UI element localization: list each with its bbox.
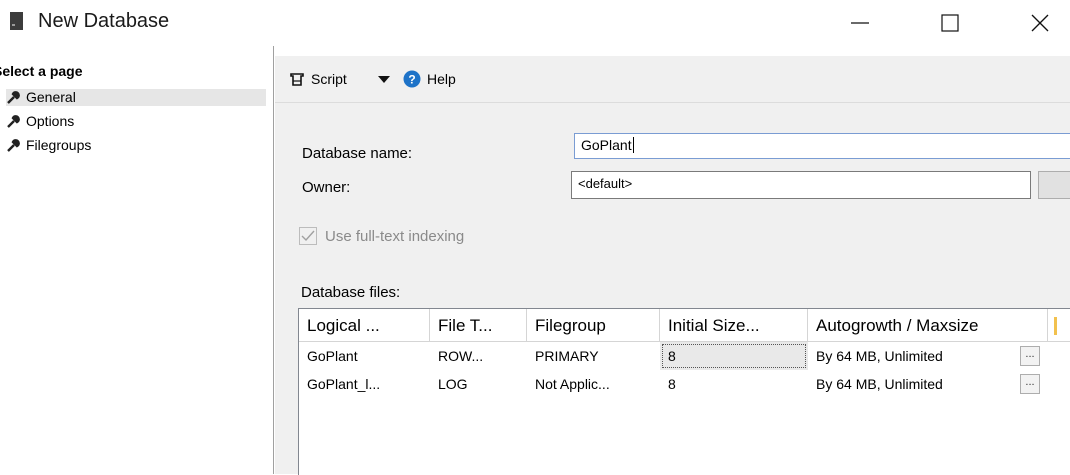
table-row[interactable]: GoPlant_l... LOG Not Applic... 8 By 64 M… [299, 370, 1048, 398]
help-label: Help [427, 71, 456, 87]
wrench-icon [6, 91, 22, 105]
script-dropdown-button[interactable] [377, 70, 391, 88]
autogrowth-edit-button[interactable]: ... [1020, 346, 1040, 366]
script-button[interactable]: Script [289, 70, 347, 88]
select-page-header: Select a page [0, 63, 83, 79]
text-caret [632, 137, 634, 153]
caret-down-icon [378, 76, 390, 83]
wrench-icon [6, 115, 22, 129]
database-name-label: Database name: [302, 145, 413, 162]
maximize-button[interactable] [920, 0, 980, 46]
page-selector-panel: Select a page General Options Filegroups [0, 46, 274, 474]
nav-item-general[interactable]: General [6, 89, 266, 106]
script-label: Script [311, 71, 347, 87]
column-header-file-type[interactable]: File T... [430, 309, 527, 342]
minimize-button[interactable] [830, 0, 890, 46]
title-bar: New Database [0, 0, 1070, 46]
general-page: Database name: GoPlant Owner: <default> … [275, 103, 1070, 475]
initial-size-cell[interactable]: 8 [660, 370, 808, 398]
database-icon [10, 12, 23, 30]
close-button[interactable] [1010, 0, 1070, 46]
owner-input[interactable]: <default> [571, 171, 1031, 199]
autogrowth-value: By 64 MB, Unlimited [816, 376, 943, 392]
wrench-icon [6, 139, 22, 153]
nav-item-options[interactable]: Options [6, 113, 74, 130]
initial-size-cell[interactable]: 8 [660, 342, 808, 370]
grid-header-row: Logical ... File T... Filegroup Initial … [299, 309, 1070, 342]
filegroup-cell[interactable]: Not Applic... [527, 370, 660, 398]
table-row[interactable]: GoPlant ROW... PRIMARY 8 By 64 MB, Unlim… [299, 342, 1048, 370]
column-header-autogrowth[interactable]: Autogrowth / Maxsize [808, 309, 1048, 342]
column-edge-marker [1054, 317, 1057, 335]
fulltext-label: Use full-text indexing [325, 228, 465, 245]
nav-item-label: Filegroups [26, 137, 92, 153]
help-button[interactable]: ? Help [403, 70, 456, 88]
column-header-logical-name[interactable]: Logical ... [299, 309, 430, 342]
autogrowth-value: By 64 MB, Unlimited [816, 348, 943, 364]
database-files-grid: Logical ... File T... Filegroup Initial … [298, 308, 1070, 475]
logical-name-cell[interactable]: GoPlant_l... [299, 370, 430, 398]
nav-item-label: Options [26, 113, 75, 129]
column-header-initial-size[interactable]: Initial Size... [660, 309, 808, 342]
owner-browse-button[interactable] [1038, 171, 1070, 199]
close-icon [1031, 14, 1049, 32]
column-header-filegroup[interactable]: Filegroup [527, 309, 660, 342]
owner-label: Owner: [302, 179, 351, 196]
maximize-icon [941, 14, 959, 32]
fulltext-checkbox[interactable] [299, 227, 317, 245]
window-title: New Database [38, 10, 170, 32]
filegroup-cell[interactable]: PRIMARY [527, 342, 660, 370]
nav-item-label: General [26, 89, 76, 105]
script-icon [289, 71, 305, 87]
database-files-label: Database files: [301, 284, 401, 301]
nav-item-filegroups[interactable]: Filegroups [6, 137, 91, 154]
minimize-icon [851, 22, 869, 24]
toolbar: Script ? Help [275, 56, 1070, 103]
autogrowth-edit-button[interactable]: ... [1020, 374, 1040, 394]
help-icon: ? [403, 70, 421, 88]
database-name-input[interactable]: GoPlant [574, 133, 1070, 159]
file-type-cell[interactable]: LOG [430, 370, 527, 398]
autogrowth-cell[interactable]: By 64 MB, Unlimited ... [808, 370, 1048, 398]
autogrowth-cell[interactable]: By 64 MB, Unlimited ... [808, 342, 1048, 370]
logical-name-cell[interactable]: GoPlant [299, 342, 430, 370]
checkmark-icon [301, 230, 315, 242]
column-header-path[interactable] [1048, 309, 1070, 342]
svg-text:?: ? [408, 73, 415, 87]
file-type-cell[interactable]: ROW... [430, 342, 527, 370]
